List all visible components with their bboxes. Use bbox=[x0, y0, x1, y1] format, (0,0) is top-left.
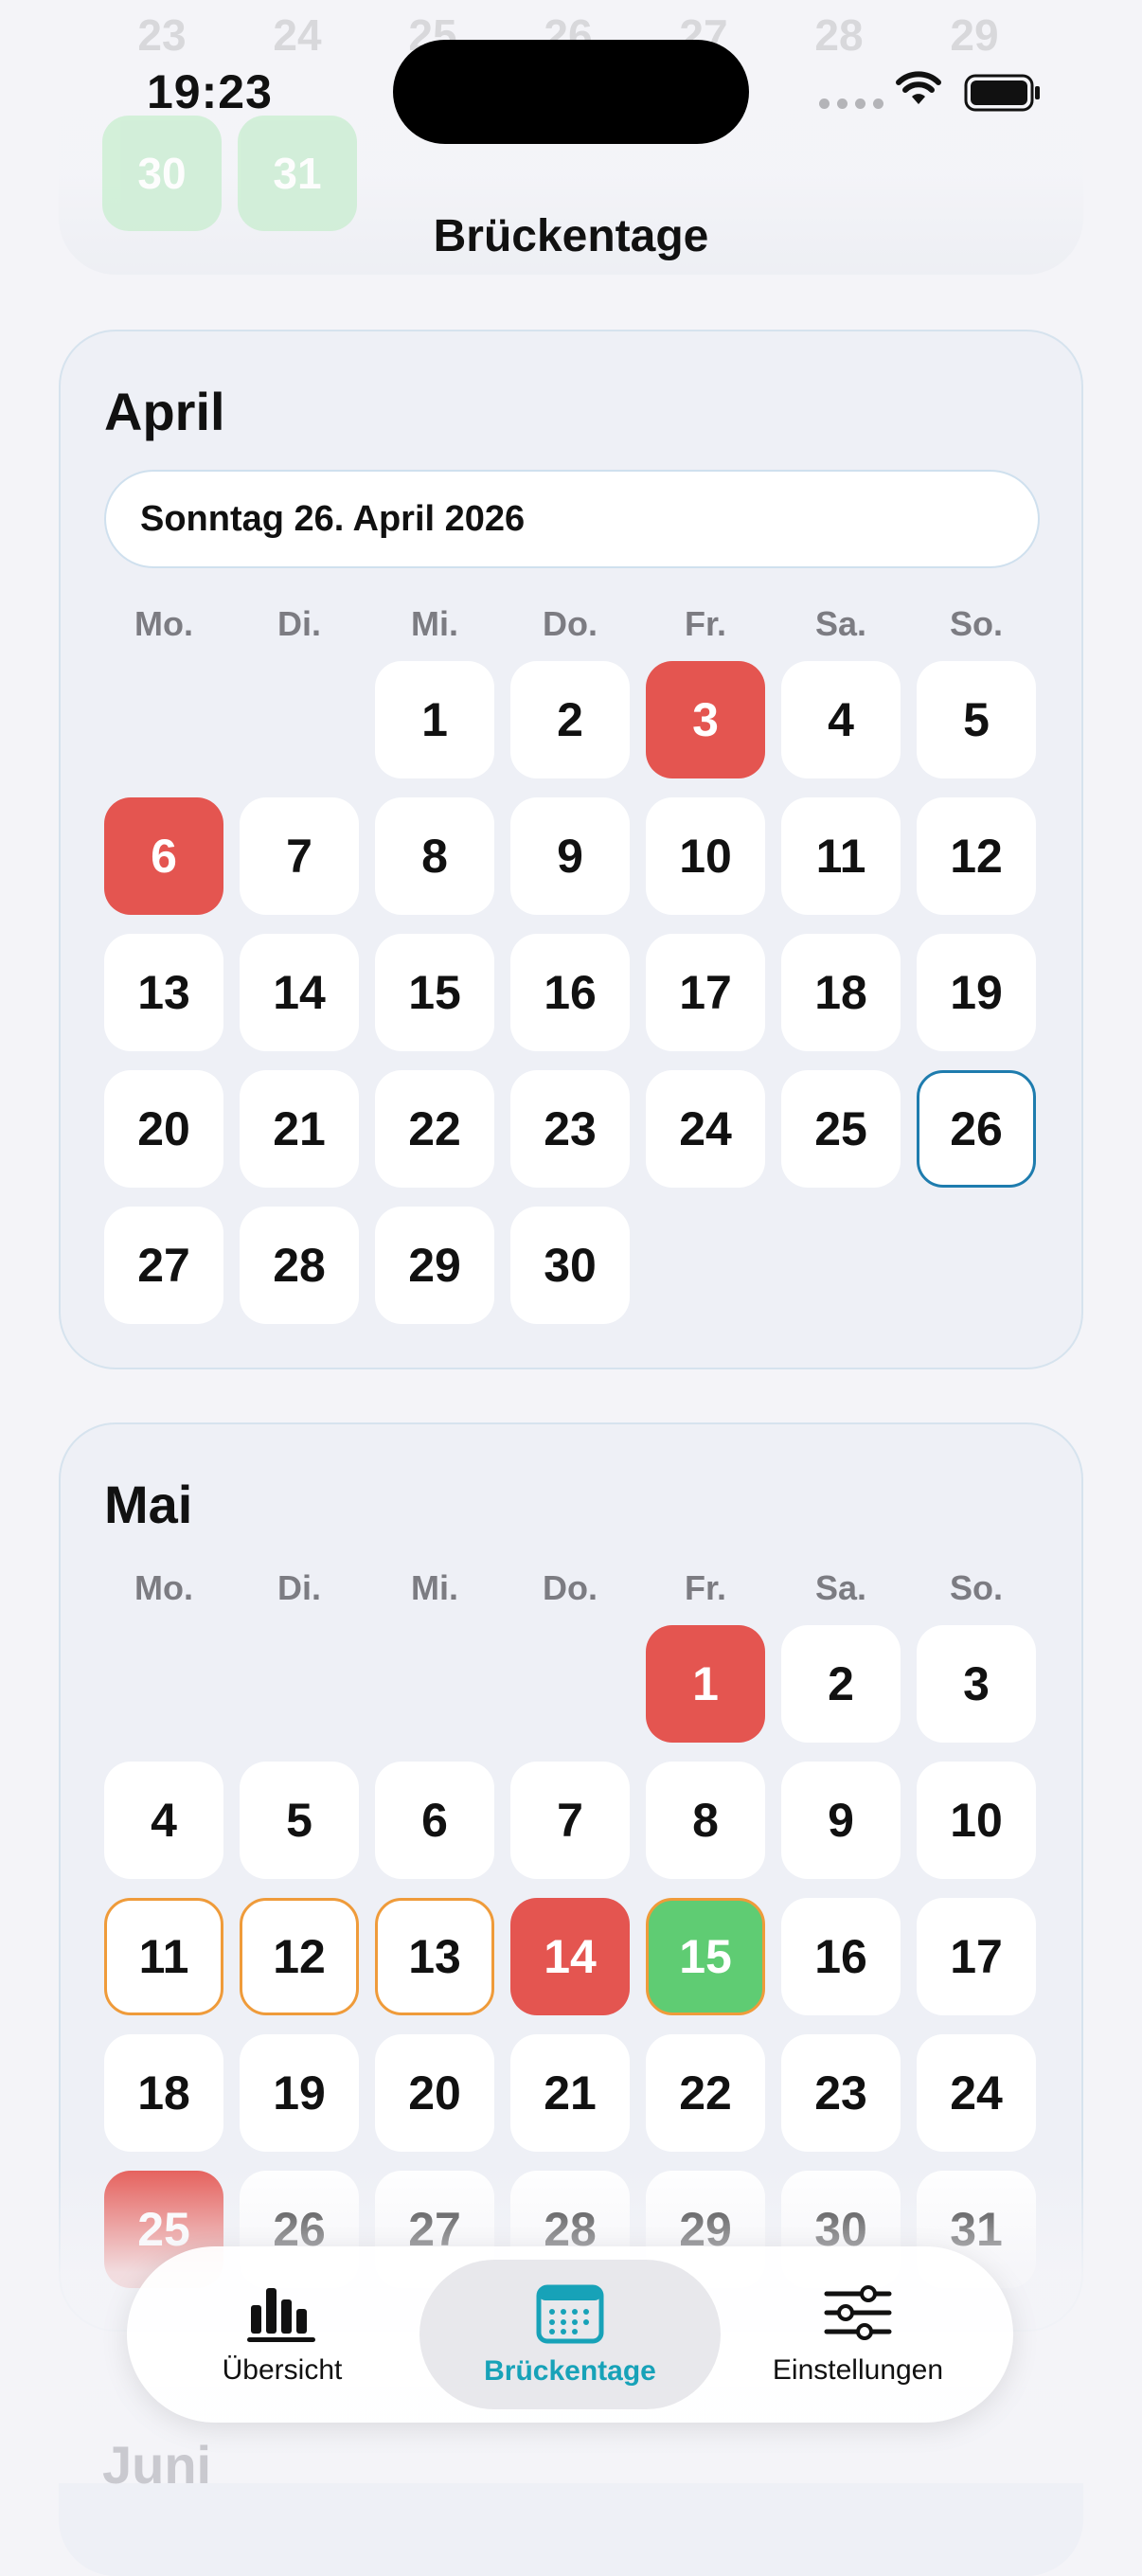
day-cell-normal[interactable]: 9 bbox=[510, 797, 630, 915]
day-cell-today[interactable]: 26 bbox=[917, 1070, 1036, 1188]
weekday-label: So. bbox=[949, 1568, 1003, 1607]
day-grid: 1234567891011121314151617181920212223242… bbox=[104, 661, 1042, 1324]
day-cell-normal[interactable]: 7 bbox=[240, 797, 359, 915]
day-cell-normal[interactable]: 15 bbox=[375, 934, 494, 1051]
weekday-label: So. bbox=[949, 604, 1003, 643]
day-cell-normal[interactable]: 5 bbox=[917, 661, 1036, 778]
day-cell-normal[interactable]: 25 bbox=[781, 1070, 901, 1188]
day-cell-normal[interactable]: 23 bbox=[781, 2034, 901, 2152]
tab-brueckentage[interactable]: Brückentage bbox=[419, 2260, 721, 2409]
day-cell-normal[interactable]: 18 bbox=[104, 2034, 223, 2152]
day-cell-holiday[interactable]: 3 bbox=[646, 661, 765, 778]
page-title: Brückentage bbox=[433, 211, 709, 261]
calendar-icon bbox=[536, 2284, 604, 2344]
day-cell-normal[interactable]: 13 bbox=[104, 934, 223, 1051]
tab-label: Einstellungen bbox=[772, 2354, 944, 2386]
day-cell-normal[interactable]: 11 bbox=[781, 797, 901, 915]
weekday-header: Mo. Di. Mi. Do. Fr. Sa. So. bbox=[104, 604, 1042, 652]
weekday-label: Do. bbox=[543, 1568, 598, 1607]
day-cell-normal[interactable]: 20 bbox=[104, 1070, 223, 1188]
day-cell-normal[interactable]: 24 bbox=[646, 1070, 765, 1188]
day-cell-bridge[interactable]: 12 bbox=[240, 1898, 359, 2015]
day-cell-normal[interactable]: 16 bbox=[510, 934, 630, 1051]
weekday-label: Mi. bbox=[411, 604, 458, 643]
day-cell-holiday[interactable]: 1 bbox=[646, 1625, 765, 1743]
tab-uebersicht[interactable]: Übersicht bbox=[140, 2260, 424, 2409]
day-cell-holiday[interactable]: 6 bbox=[104, 797, 223, 915]
day-cell-normal[interactable]: 1 bbox=[375, 661, 494, 778]
day-cell-normal[interactable]: 27 bbox=[104, 1207, 223, 1324]
day-cell-normal[interactable]: 16 bbox=[781, 1898, 901, 2015]
status-bar: 19:23 bbox=[0, 0, 1142, 189]
dynamic-island bbox=[393, 40, 749, 144]
day-cell-normal[interactable]: 22 bbox=[375, 1070, 494, 1188]
wifi-icon bbox=[896, 71, 941, 104]
day-cell-holiday[interactable]: 14 bbox=[510, 1898, 630, 2015]
bar-chart-icon bbox=[247, 2288, 315, 2342]
tab-einstellungen[interactable]: Einstellungen bbox=[716, 2260, 1000, 2409]
day-cell-normal[interactable]: 2 bbox=[510, 661, 630, 778]
tab-label: Brückentage bbox=[484, 2355, 656, 2387]
month-title: Mai bbox=[104, 1475, 193, 1534]
day-cell-normal[interactable]: 7 bbox=[510, 1762, 630, 1879]
day-cell-normal[interactable]: 20 bbox=[375, 2034, 494, 2152]
sliders-icon bbox=[824, 2285, 892, 2340]
selected-date-field[interactable]: Sonntag 26. April 2026 bbox=[104, 470, 1040, 568]
day-cell-green[interactable]: 15 bbox=[646, 1898, 765, 2015]
day-cell-normal[interactable]: 18 bbox=[781, 934, 901, 1051]
day-cell-normal[interactable]: 10 bbox=[646, 797, 765, 915]
status-time: 19:23 bbox=[147, 65, 273, 118]
day-cell-normal[interactable]: 8 bbox=[646, 1762, 765, 1879]
day-cell-normal[interactable]: 14 bbox=[240, 934, 359, 1051]
day-cell-normal[interactable]: 17 bbox=[917, 1898, 1036, 2015]
weekday-label: Mi. bbox=[411, 1568, 458, 1607]
day-cell-normal[interactable]: 4 bbox=[781, 661, 901, 778]
day-cell-normal[interactable]: 22 bbox=[646, 2034, 765, 2152]
day-cell-normal[interactable]: 2 bbox=[781, 1625, 901, 1743]
day-cell-normal[interactable]: 17 bbox=[646, 934, 765, 1051]
weekday-label: Sa. bbox=[814, 1568, 867, 1607]
day-cell-normal[interactable]: 21 bbox=[510, 2034, 630, 2152]
day-cell-normal[interactable]: 3 bbox=[917, 1625, 1036, 1743]
day-cell-normal[interactable]: 6 bbox=[375, 1762, 494, 1879]
day-cell-normal[interactable]: 24 bbox=[917, 2034, 1036, 2152]
weekday-label: Di. bbox=[277, 1568, 321, 1607]
weekday-label: Fr. bbox=[684, 604, 726, 643]
weekday-label: Do. bbox=[543, 604, 598, 643]
day-cell-normal[interactable]: 23 bbox=[510, 1070, 630, 1188]
day-cell-normal[interactable]: 19 bbox=[917, 934, 1036, 1051]
day-cell-bridge[interactable]: 13 bbox=[375, 1898, 494, 2015]
weekday-header: Mo. Di. Mi. Do. Fr. Sa. So. bbox=[104, 1568, 1042, 1616]
day-cell-normal[interactable]: 30 bbox=[510, 1207, 630, 1324]
day-cell-normal[interactable]: 5 bbox=[240, 1762, 359, 1879]
day-cell-normal[interactable]: 4 bbox=[104, 1762, 223, 1879]
month-title: April bbox=[104, 382, 225, 441]
day-cell-normal[interactable]: 28 bbox=[240, 1207, 359, 1324]
weekday-label: Mo. bbox=[134, 604, 193, 643]
tab-label: Übersicht bbox=[222, 2354, 343, 2386]
month-card-april: April Sonntag 26. April 2026 Mo. Di. Mi.… bbox=[59, 330, 1083, 1369]
day-cell-bridge[interactable]: 11 bbox=[104, 1898, 223, 2015]
day-cell-normal[interactable]: 8 bbox=[375, 797, 494, 915]
weekday-label: Fr. bbox=[684, 1568, 726, 1607]
next-month-title: Juni bbox=[102, 2435, 212, 2495]
cellular-signal-icon bbox=[819, 98, 883, 109]
weekday-label: Sa. bbox=[814, 604, 867, 643]
battery-icon bbox=[964, 74, 1040, 112]
day-cell-normal[interactable]: 19 bbox=[240, 2034, 359, 2152]
tab-bar: Übersicht Brückentage Einstellungen bbox=[127, 2246, 1013, 2423]
weekday-label: Di. bbox=[277, 604, 321, 643]
day-cell-normal[interactable]: 12 bbox=[917, 797, 1036, 915]
day-cell-normal[interactable]: 9 bbox=[781, 1762, 901, 1879]
weekday-label: Mo. bbox=[134, 1568, 193, 1607]
day-cell-normal[interactable]: 10 bbox=[917, 1762, 1036, 1879]
day-cell-normal[interactable]: 29 bbox=[375, 1207, 494, 1324]
day-cell-normal[interactable]: 21 bbox=[240, 1070, 359, 1188]
